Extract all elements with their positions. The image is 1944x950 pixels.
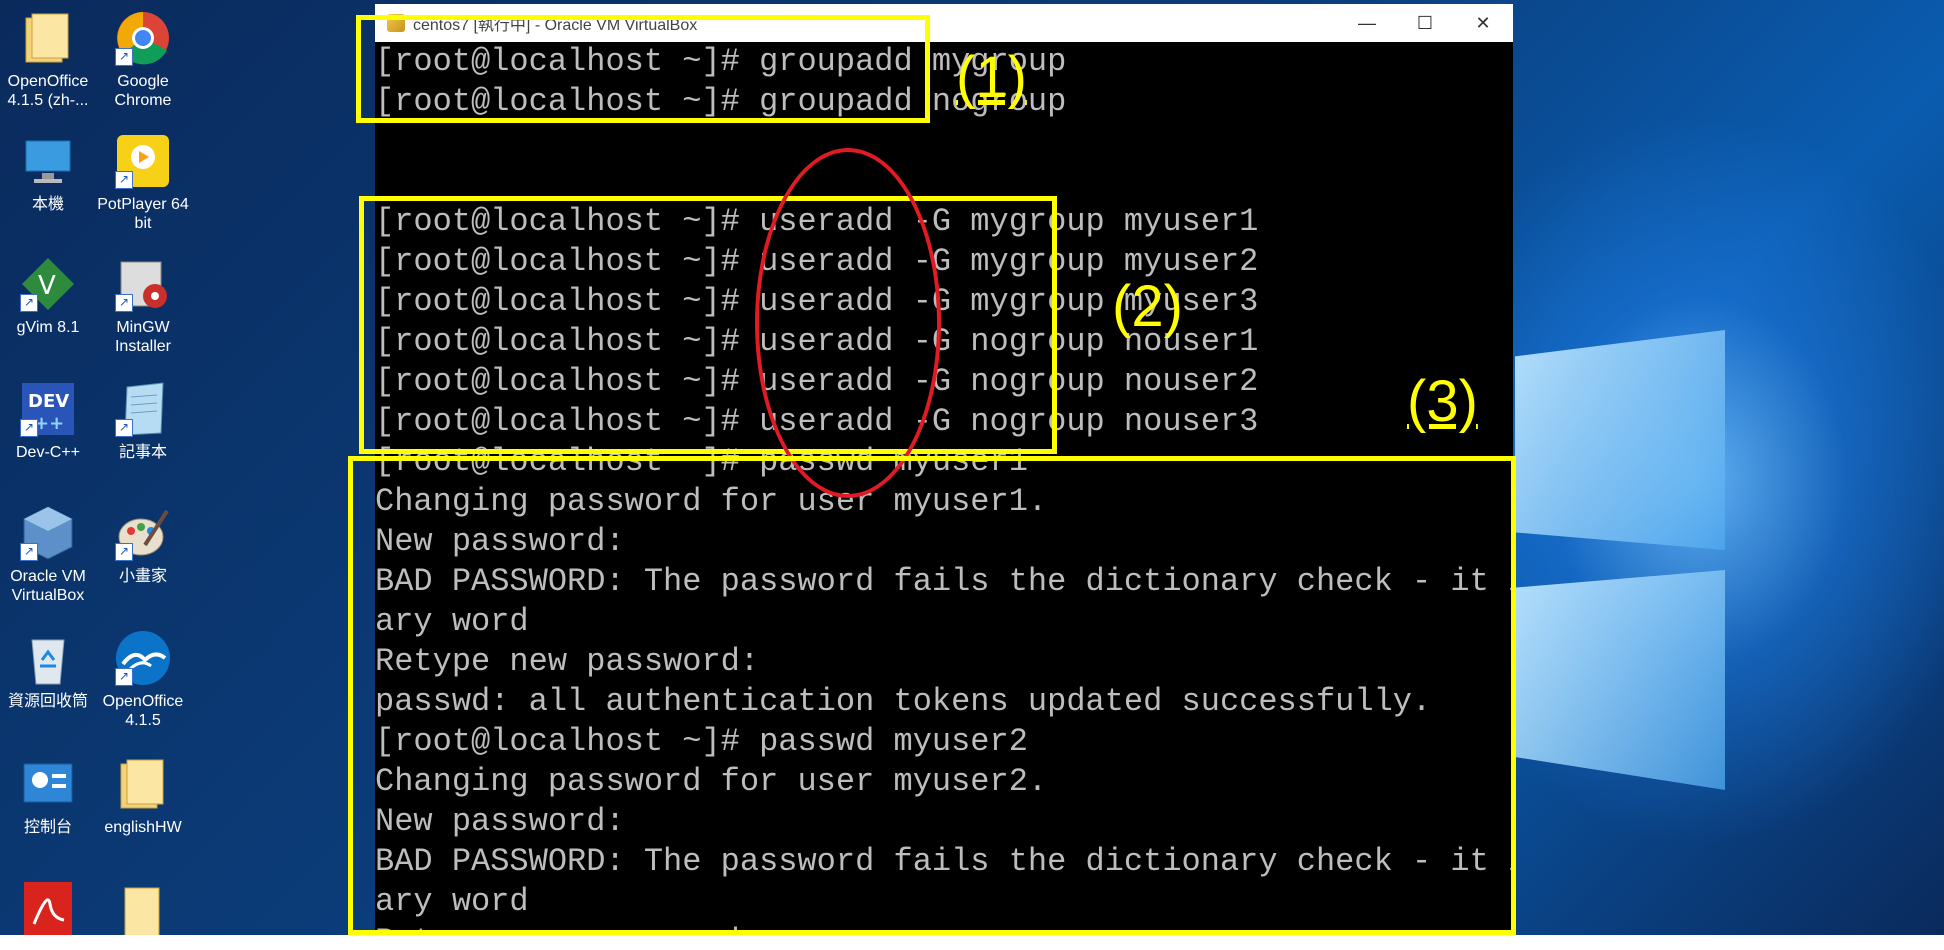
desktop-icon-label: 小畫家 xyxy=(118,568,167,585)
desktop-icon-gvim[interactable]: V ↗ gVim 8.1 xyxy=(0,256,96,337)
desktop-icon-potplayer[interactable]: ↗ PotPlayer 64 bit xyxy=(95,133,191,233)
shortcut-arrow-icon: ↗ xyxy=(115,48,133,66)
desktop-icon-recycle-bin[interactable]: 資源回收筒 xyxy=(0,630,96,711)
desktop-icon-label: Oracle VM VirtualBox xyxy=(10,568,86,604)
desktop-icon-notepad[interactable]: ↗ 記事本 xyxy=(95,381,191,462)
computer-icon xyxy=(20,133,76,189)
bottom-strip xyxy=(0,935,1944,950)
recycle-bin-icon xyxy=(20,630,76,686)
annotation-box-3 xyxy=(348,456,1516,935)
desktop-icon-devcpp[interactable]: DEV ++ ↗ Dev-C++ xyxy=(0,381,96,462)
folder-icon xyxy=(115,756,171,812)
shortcut-arrow-icon: ↗ xyxy=(115,543,133,561)
shortcut-arrow-icon: ↗ xyxy=(115,668,133,686)
desktop-icon-label: OpenOffice 4.1.5 (zh-... xyxy=(7,73,89,109)
desktop-icon-chrome[interactable]: ↗ Google Chrome xyxy=(95,10,191,110)
desktop-icon-label: Google Chrome xyxy=(114,73,172,109)
svg-text:++: ++ xyxy=(34,413,64,434)
wallpaper-pane xyxy=(1515,330,1725,550)
virtualbox-icon: ↗ xyxy=(20,505,76,561)
shortcut-arrow-icon: ↗ xyxy=(20,419,38,437)
shortcut-arrow-icon: ↗ xyxy=(115,294,133,312)
acrobat-icon xyxy=(20,880,76,935)
wallpaper-pane xyxy=(1515,570,1725,790)
chrome-icon: ↗ xyxy=(115,10,171,66)
shortcut-arrow-icon: ↗ xyxy=(20,543,38,561)
desktop-icon-label: 記事本 xyxy=(118,444,167,461)
desktop-icon-label: englishHW xyxy=(104,819,182,836)
shortcut-arrow-icon: ↗ xyxy=(115,419,133,437)
desktop-icon-folder[interactable] xyxy=(95,880,191,935)
desktop-icon-openoffice[interactable]: ↗ OpenOffice 4.1.5 xyxy=(95,630,191,730)
annotation-box-1 xyxy=(356,15,930,123)
folder-icon xyxy=(20,10,76,66)
svg-text:V: V xyxy=(38,271,56,301)
shortcut-arrow-icon: ↗ xyxy=(115,171,133,189)
annotation-label-2: (2) xyxy=(1112,274,1183,339)
folder-icon xyxy=(115,880,171,935)
svg-text:DEV: DEV xyxy=(28,391,69,412)
paint-icon: ↗ xyxy=(115,505,171,561)
maximize-button[interactable]: ☐ xyxy=(1396,4,1454,42)
shortcut-arrow-icon: ↗ xyxy=(20,294,38,312)
annotation-label-1: (1) xyxy=(956,45,1027,110)
desktop-icon-label: 資源回收筒 xyxy=(7,693,88,710)
desktop-icon-control-panel[interactable]: 控制台 xyxy=(0,756,96,837)
desktop-icon-virtualbox[interactable]: ↗ Oracle VM VirtualBox xyxy=(0,505,96,605)
desktop-icon-label: gVim 8.1 xyxy=(16,319,80,336)
minimize-button[interactable]: — xyxy=(1338,4,1396,42)
desktop: OpenOffice 4.1.5 (zh-... ↗ Google Chrome… xyxy=(0,0,1944,935)
close-button[interactable]: ✕ xyxy=(1454,4,1512,42)
vim-icon: V ↗ xyxy=(20,256,76,312)
desktop-icon-label: MinGW Installer xyxy=(114,319,172,355)
desktop-icon-mingw[interactable]: ↗ MinGW Installer xyxy=(95,256,191,356)
desktop-icon-paint[interactable]: ↗ 小畫家 xyxy=(95,505,191,586)
annotation-ellipse xyxy=(755,148,941,498)
potplayer-icon: ↗ xyxy=(115,133,171,189)
desktop-icon-label: Dev-C++ xyxy=(15,444,81,461)
openoffice-icon: ↗ xyxy=(115,630,171,686)
annotation-box-2 xyxy=(359,196,1057,454)
desktop-icon-label: PotPlayer 64 bit xyxy=(97,196,189,232)
desktop-icon-openoffice-installer[interactable]: OpenOffice 4.1.5 (zh-... xyxy=(0,10,96,110)
desktop-icon-label: 控制台 xyxy=(23,819,72,836)
mingw-icon: ↗ xyxy=(115,256,171,312)
desktop-icon-label: 本機 xyxy=(31,196,64,213)
desktop-icon-this-pc[interactable]: 本機 xyxy=(0,133,96,214)
notepad-icon: ↗ xyxy=(115,381,171,437)
devcpp-icon: DEV ++ ↗ xyxy=(20,381,76,437)
control-panel-icon xyxy=(20,756,76,812)
desktop-icon-englishhw[interactable]: englishHW xyxy=(95,756,191,837)
desktop-icon-acrobat[interactable] xyxy=(0,880,96,935)
desktop-icon-label: OpenOffice 4.1.5 xyxy=(102,693,184,729)
annotation-label-3: (3) xyxy=(1407,369,1478,434)
